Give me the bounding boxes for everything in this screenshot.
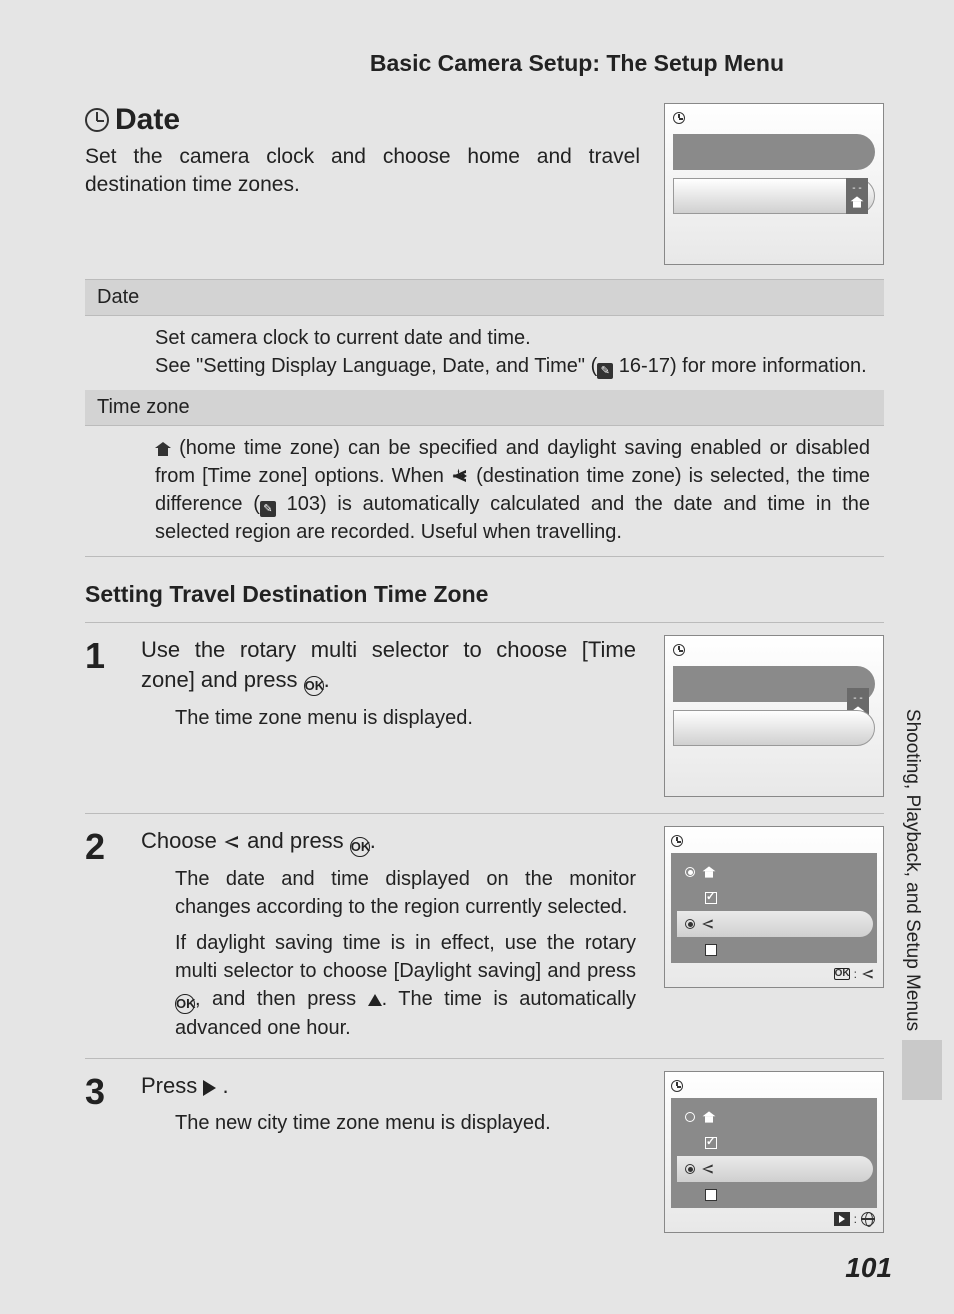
- screen-step2: OK:: [664, 826, 884, 988]
- step-2-instruction: Choose and press OK.: [141, 826, 636, 857]
- step-number: 1: [85, 635, 127, 797]
- tz-home-row: [677, 859, 871, 885]
- plane-icon: [701, 1162, 715, 1176]
- header-breadcrumb: Basic Camera Setup: The Setup Menu: [85, 50, 884, 77]
- radio-icon: [685, 919, 695, 929]
- screen-row-selected: [673, 710, 875, 746]
- section-intro: Set the camera clock and choose home and…: [85, 143, 640, 200]
- screen-date-menu: - -: [664, 103, 884, 265]
- tz-dest-row: [677, 1156, 873, 1182]
- clock-icon: [671, 835, 683, 847]
- radio-icon: [685, 1112, 695, 1122]
- plane-icon: [701, 917, 715, 931]
- checkbox-icon: [705, 892, 717, 904]
- step-3: 3 Press . The new city time zone menu is…: [85, 1058, 884, 1249]
- clock-icon: [673, 644, 685, 656]
- step-2-sub2: If daylight saving time is in effect, us…: [141, 929, 636, 1042]
- globe-icon: [861, 1212, 875, 1226]
- side-chapter-label: Shooting, Playback, and Setup Menus: [901, 709, 923, 1031]
- radio-icon: [685, 867, 695, 877]
- clock-icon: [671, 1080, 683, 1092]
- plane-icon: [451, 467, 469, 485]
- step-1-sub: The time zone menu is displayed.: [141, 704, 636, 732]
- tz-dest-chk: [677, 1182, 871, 1208]
- play-right-icon: [834, 1212, 850, 1226]
- tz-dest-row: [677, 911, 873, 937]
- section-title: Date: [85, 103, 640, 137]
- step-1-instruction: Use the rotary multi selector to choose …: [141, 635, 636, 696]
- screen-footer: :: [834, 1212, 875, 1226]
- table-head-date: Date: [85, 280, 884, 316]
- tz-home-row: [677, 1104, 871, 1130]
- table-body-date: Set camera clock to current date and tim…: [85, 316, 884, 390]
- screen-footer: OK:: [834, 967, 875, 981]
- screen-step3: :: [664, 1071, 884, 1233]
- screen-row: - -: [673, 666, 875, 702]
- radio-icon: [685, 1164, 695, 1174]
- screen-row-timezone: - -: [673, 178, 875, 214]
- dashes-label: - -: [852, 183, 861, 194]
- home-icon: [703, 866, 716, 877]
- step-2-sub1: The date and time displayed on the monit…: [141, 865, 636, 921]
- triangle-right-icon: [203, 1080, 216, 1096]
- checkbox-icon: [705, 1137, 717, 1149]
- screen-row-date: [673, 134, 875, 170]
- checkbox-icon: [705, 1189, 717, 1201]
- subheading: Setting Travel Destination Time Zone: [85, 581, 884, 608]
- reference-icon: ✎: [597, 363, 613, 379]
- side-tab-marker: [902, 1040, 942, 1100]
- step-3-sub: The new city time zone menu is displayed…: [141, 1109, 636, 1137]
- side-chapter-tab: Shooting, Playback, and Setup Menus: [894, 660, 930, 1080]
- clock-icon: [85, 108, 109, 132]
- ok-icon: OK: [834, 968, 850, 980]
- home-icon: [703, 1111, 716, 1122]
- page-number: 101: [845, 1252, 892, 1284]
- step-2: 2 Choose and press OK. The date and time…: [85, 813, 884, 1058]
- step-number: 2: [85, 826, 127, 1042]
- screen-badge: - -: [846, 178, 868, 214]
- tz-dest-chk: [677, 937, 871, 963]
- table-body-timezone: (home time zone) can be specified and da…: [85, 426, 884, 556]
- step-3-instruction: Press .: [141, 1071, 636, 1101]
- plane-icon: [223, 833, 241, 851]
- ok-icon: OK: [350, 837, 370, 857]
- triangle-up-icon: [368, 994, 382, 1006]
- table-head-timezone: Time zone: [85, 390, 884, 426]
- tz-home-chk: [677, 885, 871, 911]
- plane-icon: [861, 967, 875, 981]
- clock-icon: [673, 112, 685, 124]
- checkbox-icon: [705, 944, 717, 956]
- ok-icon: OK: [175, 994, 195, 1014]
- screen-step1: - -: [664, 635, 884, 797]
- step-1: 1 Use the rotary multi selector to choos…: [85, 622, 884, 813]
- home-icon: [851, 196, 864, 207]
- reference-icon: ✎: [260, 501, 276, 517]
- options-table: Date Set camera clock to current date an…: [85, 279, 884, 557]
- home-icon: [155, 442, 171, 456]
- dashes-label: - -: [853, 693, 862, 704]
- step-number: 3: [85, 1071, 127, 1233]
- ok-icon: OK: [304, 676, 324, 696]
- tz-home-chk: [677, 1130, 871, 1156]
